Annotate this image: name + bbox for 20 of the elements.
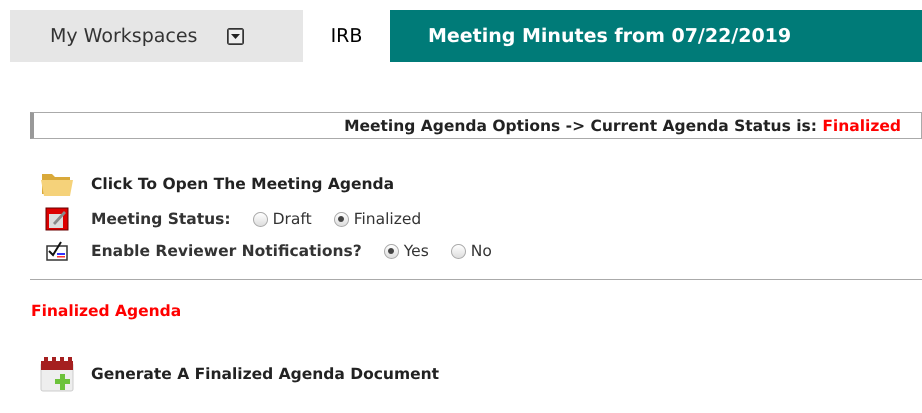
generate-document-link[interactable]: Generate A Finalized Agenda Document — [91, 365, 440, 383]
radio-button[interactable] — [252, 212, 268, 226]
workspace-tab[interactable]: My Workspaces — [10, 10, 303, 62]
dropdown-icon[interactable] — [227, 28, 244, 44]
radio-label: No — [470, 242, 492, 260]
radio-label: Draft — [272, 210, 312, 228]
calendar-add-icon — [40, 356, 76, 392]
radio-button[interactable] — [384, 244, 399, 258]
radio-label: Yes — [404, 242, 429, 260]
status-label: Meeting Status: — [91, 210, 231, 228]
radio-label: Finalized — [354, 210, 422, 228]
checklist-icon — [45, 240, 69, 262]
open-agenda-link[interactable]: Click To Open The Meeting Agenda — [91, 175, 394, 193]
radio-button[interactable] — [450, 244, 466, 258]
radio-button[interactable] — [334, 212, 349, 226]
page-title: Meeting Minutes from 07/22/2019 — [390, 10, 922, 62]
options-bar-text: Meeting Agenda Options -> Current Agenda Status is: Finalized — [344, 116, 901, 134]
notifications-label: Enable Reviewer Notifications? — [91, 242, 362, 260]
section-heading: Finalized Agenda — [31, 302, 182, 320]
edit-icon — [45, 207, 69, 231]
